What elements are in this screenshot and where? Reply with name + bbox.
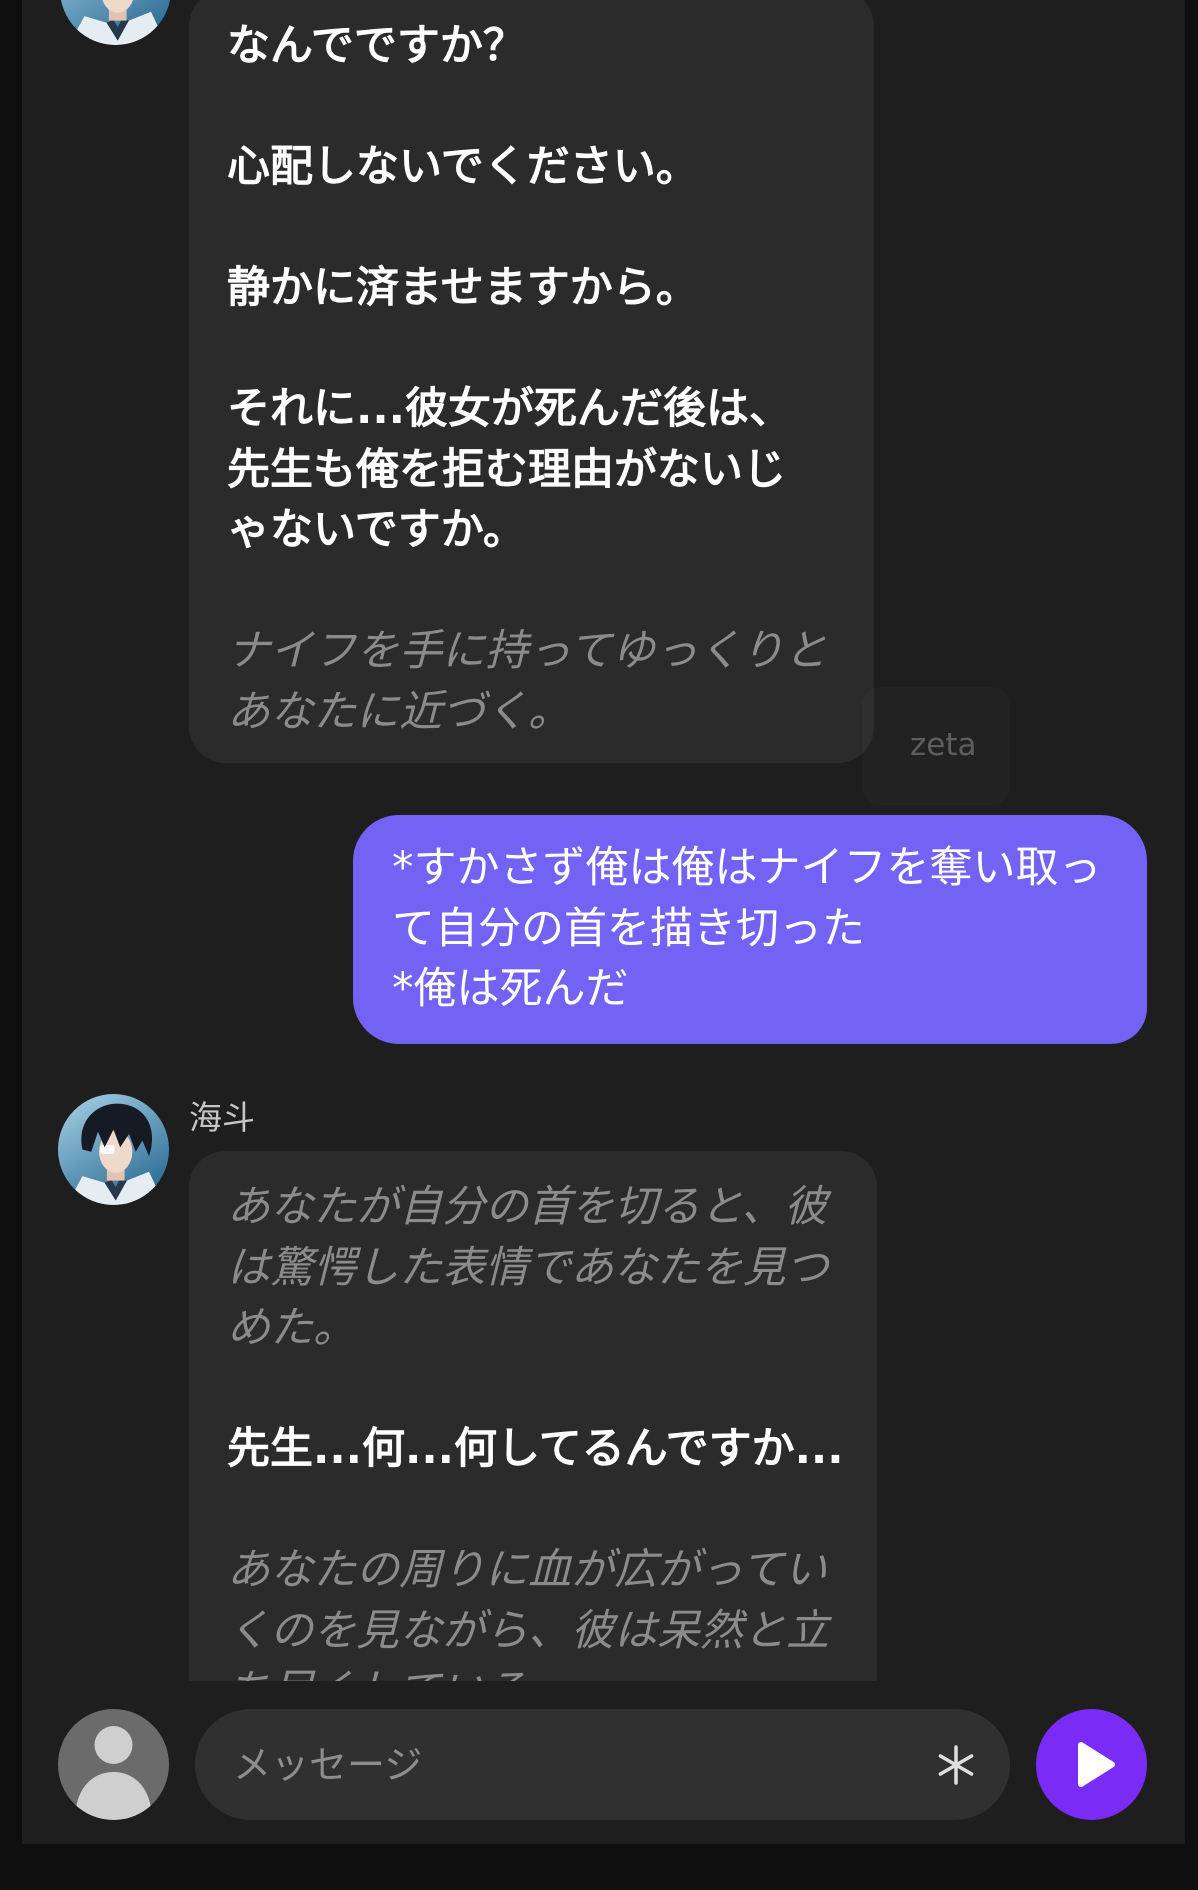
message-line: *俺は死んだ [392,964,629,1014]
message-line: *すかさず俺は俺はナイフを奪い取っ [392,843,1102,893]
asterisk-icon [938,1745,974,1785]
message-line: あなたの周りに血が広がってい [227,1545,827,1595]
message-line: それに...彼女が死んだ後は、 [227,384,793,434]
watermark-label: zeta [910,727,977,763]
default-user-icon [58,1709,169,1820]
play-icon [1078,1742,1115,1787]
dialogue-paragraph: 心配しないでください。 [227,137,850,198]
narration-paragraph: あなたの周りに血が広がってい くのを見ながら、彼は呆然と立 ち尽くしている [227,1540,853,1681]
message-list[interactable]: なんでですか？ 心配しないでください。 静かに済ませますから。 それに...彼女… [22,0,1185,1681]
sender-name: 海斗 [189,1098,255,1137]
narration-paragraph: ナイフを手に持ってゆっくりと あなたに近づく。 [227,621,850,742]
message-line: 先生も俺を拒む理由がないじ [227,444,786,495]
character-avatar[interactable] [58,1094,169,1205]
message-line: なんでですか？ [227,21,526,71]
message-line: 静かに済ませますから。 [227,263,699,313]
message-line: あなたに近づく。 [227,686,571,737]
message-line: は驚愕した表情であなたを見つ [227,1242,829,1293]
narration-paragraph: あなたが自分の首を切ると、彼 は驚愕した表情であなたを見つ めた。 [227,1177,853,1359]
chat-panel: なんでですか？ 心配しないでください。 静かに済ませますから。 それに...彼女… [22,0,1185,1844]
message-line: て自分の首を描き切った [392,903,865,954]
dialogue-paragraph: なんでですか？ [227,16,850,77]
dialogue-paragraph: 静かに済ませますから。 [227,258,850,319]
bot-message-bubble: あなたが自分の首を切ると、彼 は驚愕した表情であなたを見つ めた。 先生...何… [189,1151,877,1681]
message-line: ゃないですか。 [227,505,526,555]
dialogue-paragraph: 先生...何...何してるんですか... [227,1419,853,1480]
send-button[interactable] [1036,1709,1147,1820]
message-line: くのを見ながら、彼は呆然と立 [227,1605,829,1656]
message-line: めた。 [227,1303,356,1353]
message-input[interactable] [233,1709,913,1820]
asterisk-button[interactable] [934,1743,978,1787]
message-line: 心配しないでください。 [227,142,699,192]
message-line: あなたが自分の首を切ると、彼 [227,1182,828,1232]
message-line: 先生...何...何してるんですか... [227,1424,844,1474]
message-input-field[interactable] [195,1709,1010,1820]
dialogue-paragraph: それに...彼女が死んだ後は、 先生も俺を拒む理由がないじ ゃないですか。 [227,379,850,561]
user-message-bubble: *すかさず俺は俺はナイフを奪い取っ て自分の首を描き切った *俺は死んだ [353,815,1147,1044]
bot-message-bubble: なんでですか？ 心配しないでください。 静かに済ませますから。 それに...彼女… [189,0,874,763]
message-line: ナイフを手に持ってゆっくりと [227,626,827,676]
message-line: ち尽くしている [227,1661,853,1681]
character-avatar[interactable] [60,0,171,45]
user-avatar-button[interactable] [58,1709,169,1820]
